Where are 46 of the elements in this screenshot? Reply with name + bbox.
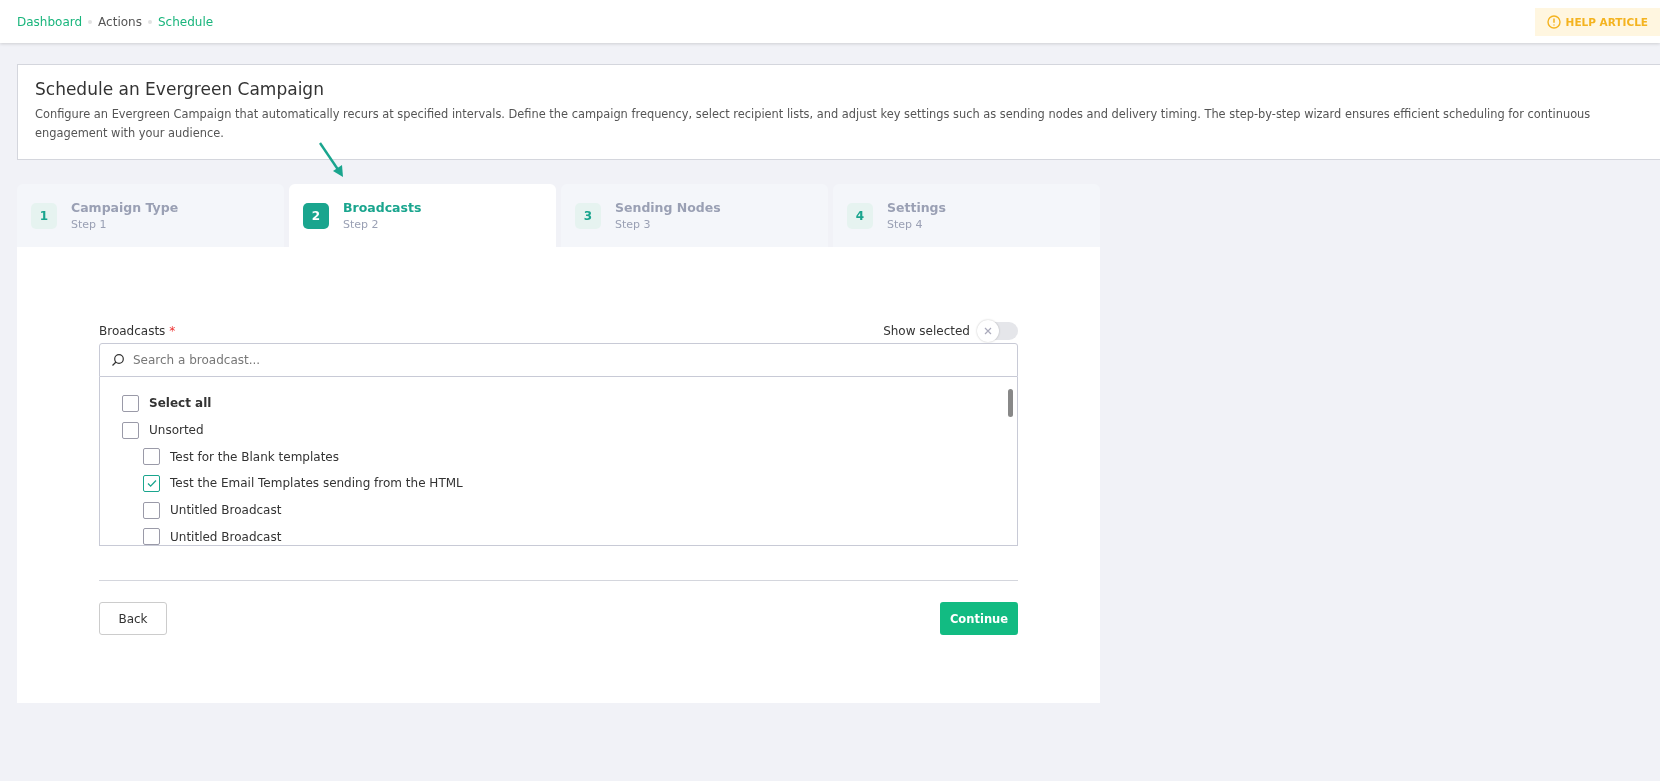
wizard-step-tab[interactable]: 4 Settings Step 4 xyxy=(833,184,1100,247)
search-icon xyxy=(111,353,125,367)
page-description: Configure an Evergreen Campaign that automatically recurs at specified intervals. Define the campaign frequency, select recipient lists, and adjust key settings such as sending nodes and delivery timing. The step-by-step wizard ensures efficient scheduling for continuous engagement with your audience. xyxy=(35,106,1592,142)
step-subtitle: Step 2 xyxy=(343,218,380,231)
step-number: 1 xyxy=(31,202,57,229)
close-icon xyxy=(984,327,992,335)
page-title: Schedule an Evergreen Campaign xyxy=(35,79,325,99)
breadcrumb[interactable]: Dashboard xyxy=(17,14,83,29)
step-title: Campaign Type xyxy=(71,200,179,215)
checkmark-icon xyxy=(145,477,158,490)
back-button[interactable]: Back xyxy=(99,602,167,635)
search-field[interactable]: Search a broadcast... xyxy=(99,343,1018,377)
help-article-button[interactable]: HELP ARTICLE xyxy=(1534,7,1660,36)
separator-dot-icon xyxy=(88,19,93,24)
checkbox[interactable] xyxy=(143,501,160,519)
continue-button[interactable]: Continue xyxy=(940,602,1018,635)
breadcrumb: Actions xyxy=(98,14,142,29)
broadcast-option[interactable]: Untitled Broadcast xyxy=(170,503,282,518)
field-label: Broadcasts * xyxy=(99,324,176,338)
show-selected-toggle[interactable] xyxy=(978,322,1018,340)
checkbox[interactable] xyxy=(143,528,160,545)
broadcast-option[interactable]: Unsorted xyxy=(149,423,204,438)
step-number: 3 xyxy=(575,202,601,229)
broadcast-option[interactable]: Test the Email Templates sending from the HTML xyxy=(170,476,463,491)
info-icon xyxy=(1546,14,1561,29)
separator-dot-icon xyxy=(147,19,152,24)
breadcrumb[interactable]: Schedule xyxy=(157,14,214,29)
step-title: Sending Nodes xyxy=(615,200,721,215)
checkbox[interactable] xyxy=(143,448,160,466)
step-title: Broadcasts xyxy=(343,200,422,215)
step-subtitle: Step 4 xyxy=(887,218,924,231)
step-subtitle: Step 1 xyxy=(71,218,108,231)
broadcast-option[interactable]: Test for the Blank templates xyxy=(170,449,339,464)
checkbox[interactable] xyxy=(122,421,139,439)
step-number: 4 xyxy=(847,202,873,229)
checkbox[interactable] xyxy=(143,474,160,492)
step-title: Settings xyxy=(887,200,946,215)
wizard-step-tab[interactable]: 3 Sending Nodes Step 3 xyxy=(561,184,828,247)
step-number: 2 xyxy=(303,202,329,229)
wizard-step-tab[interactable]: 2 Broadcasts Step 2 xyxy=(289,184,556,247)
select-all-option[interactable]: Select all xyxy=(149,396,212,411)
checkbox[interactable] xyxy=(122,394,139,412)
wizard-step-tab[interactable]: 1 Campaign Type Step 1 xyxy=(17,184,284,247)
toggle-label: Show selected xyxy=(883,324,970,338)
broadcast-option[interactable]: Untitled Broadcast xyxy=(170,529,282,544)
step-subtitle: Step 3 xyxy=(615,218,652,231)
